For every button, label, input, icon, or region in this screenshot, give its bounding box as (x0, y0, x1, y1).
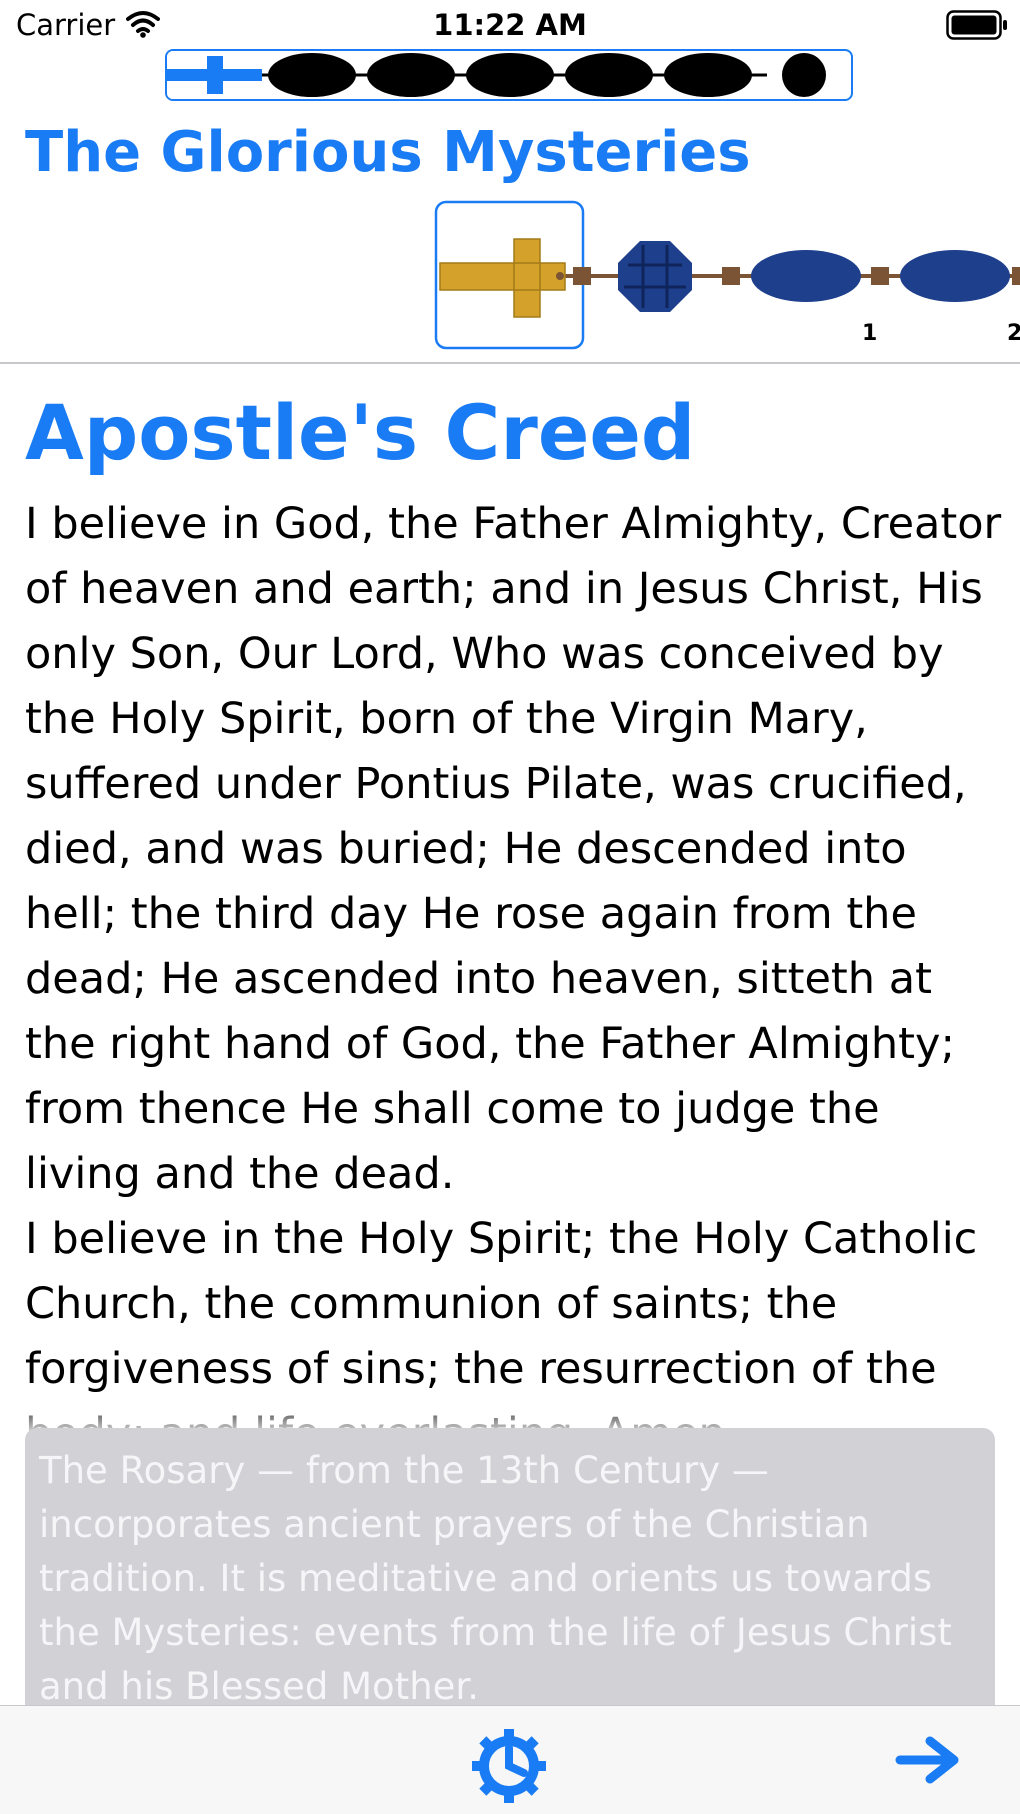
prayer-text: I believe in God, the Father Almighty, C… (25, 492, 1005, 1467)
bead-count-label: 2 (1007, 321, 1020, 346)
gear-icon (472, 1729, 546, 1803)
bead-scroller[interactable]: 1 2 (0, 195, 1020, 355)
mystery-title: The Glorious Mysteries (25, 120, 751, 185)
prayer-title: Apostle's Creed (25, 388, 696, 477)
status-time: 11:22 AM (433, 8, 587, 42)
next-button[interactable] (894, 1735, 964, 1785)
bead-count-label: 1 (862, 321, 878, 346)
hail-mary-bead-2 (900, 250, 1010, 302)
arrow-right-icon (895, 1736, 959, 1784)
hail-mary-bead-1 (751, 250, 861, 302)
battery-icon (946, 10, 1007, 40)
prayer-paragraph: I believe in God, the Father Almighty, C… (25, 499, 1002, 1199)
status-bar: Carrier 11:22 AM (0, 0, 1020, 50)
our-father-bead (618, 241, 692, 312)
crucifix-bead (439, 238, 566, 318)
info-text: The Rosary — from the 13th Century — inc… (39, 1449, 952, 1708)
rosary-progress-strip[interactable] (165, 49, 853, 101)
section-divider (0, 362, 1020, 364)
settings-button[interactable] (470, 1727, 548, 1805)
info-panel[interactable]: The Rosary — from the 13th Century — inc… (25, 1428, 995, 1738)
rosary-progress-graphic (167, 51, 826, 99)
